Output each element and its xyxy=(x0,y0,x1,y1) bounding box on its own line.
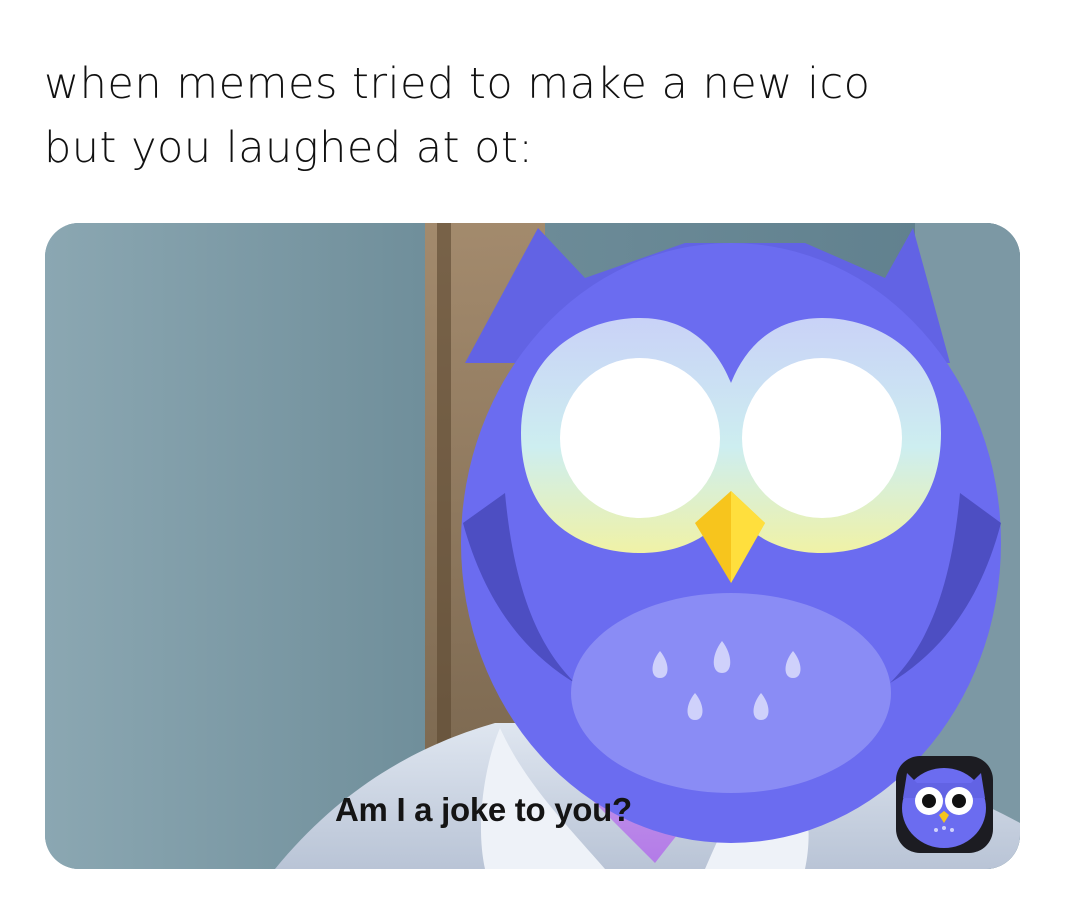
caption-line-1: when memes tried to make a new ico xyxy=(44,59,871,109)
meme-overlay-text: Am I a joke to you? xyxy=(335,791,632,828)
meme-scene xyxy=(45,223,1020,869)
owl-face-icon xyxy=(461,228,1001,843)
owl-app-icon xyxy=(896,756,993,853)
caption-line-2: but you laughed at ot: xyxy=(44,123,534,173)
meme-image: Am I a joke to you? xyxy=(45,223,1020,869)
meme-caption: when memes tried to make a new ico but y… xyxy=(44,52,1034,180)
